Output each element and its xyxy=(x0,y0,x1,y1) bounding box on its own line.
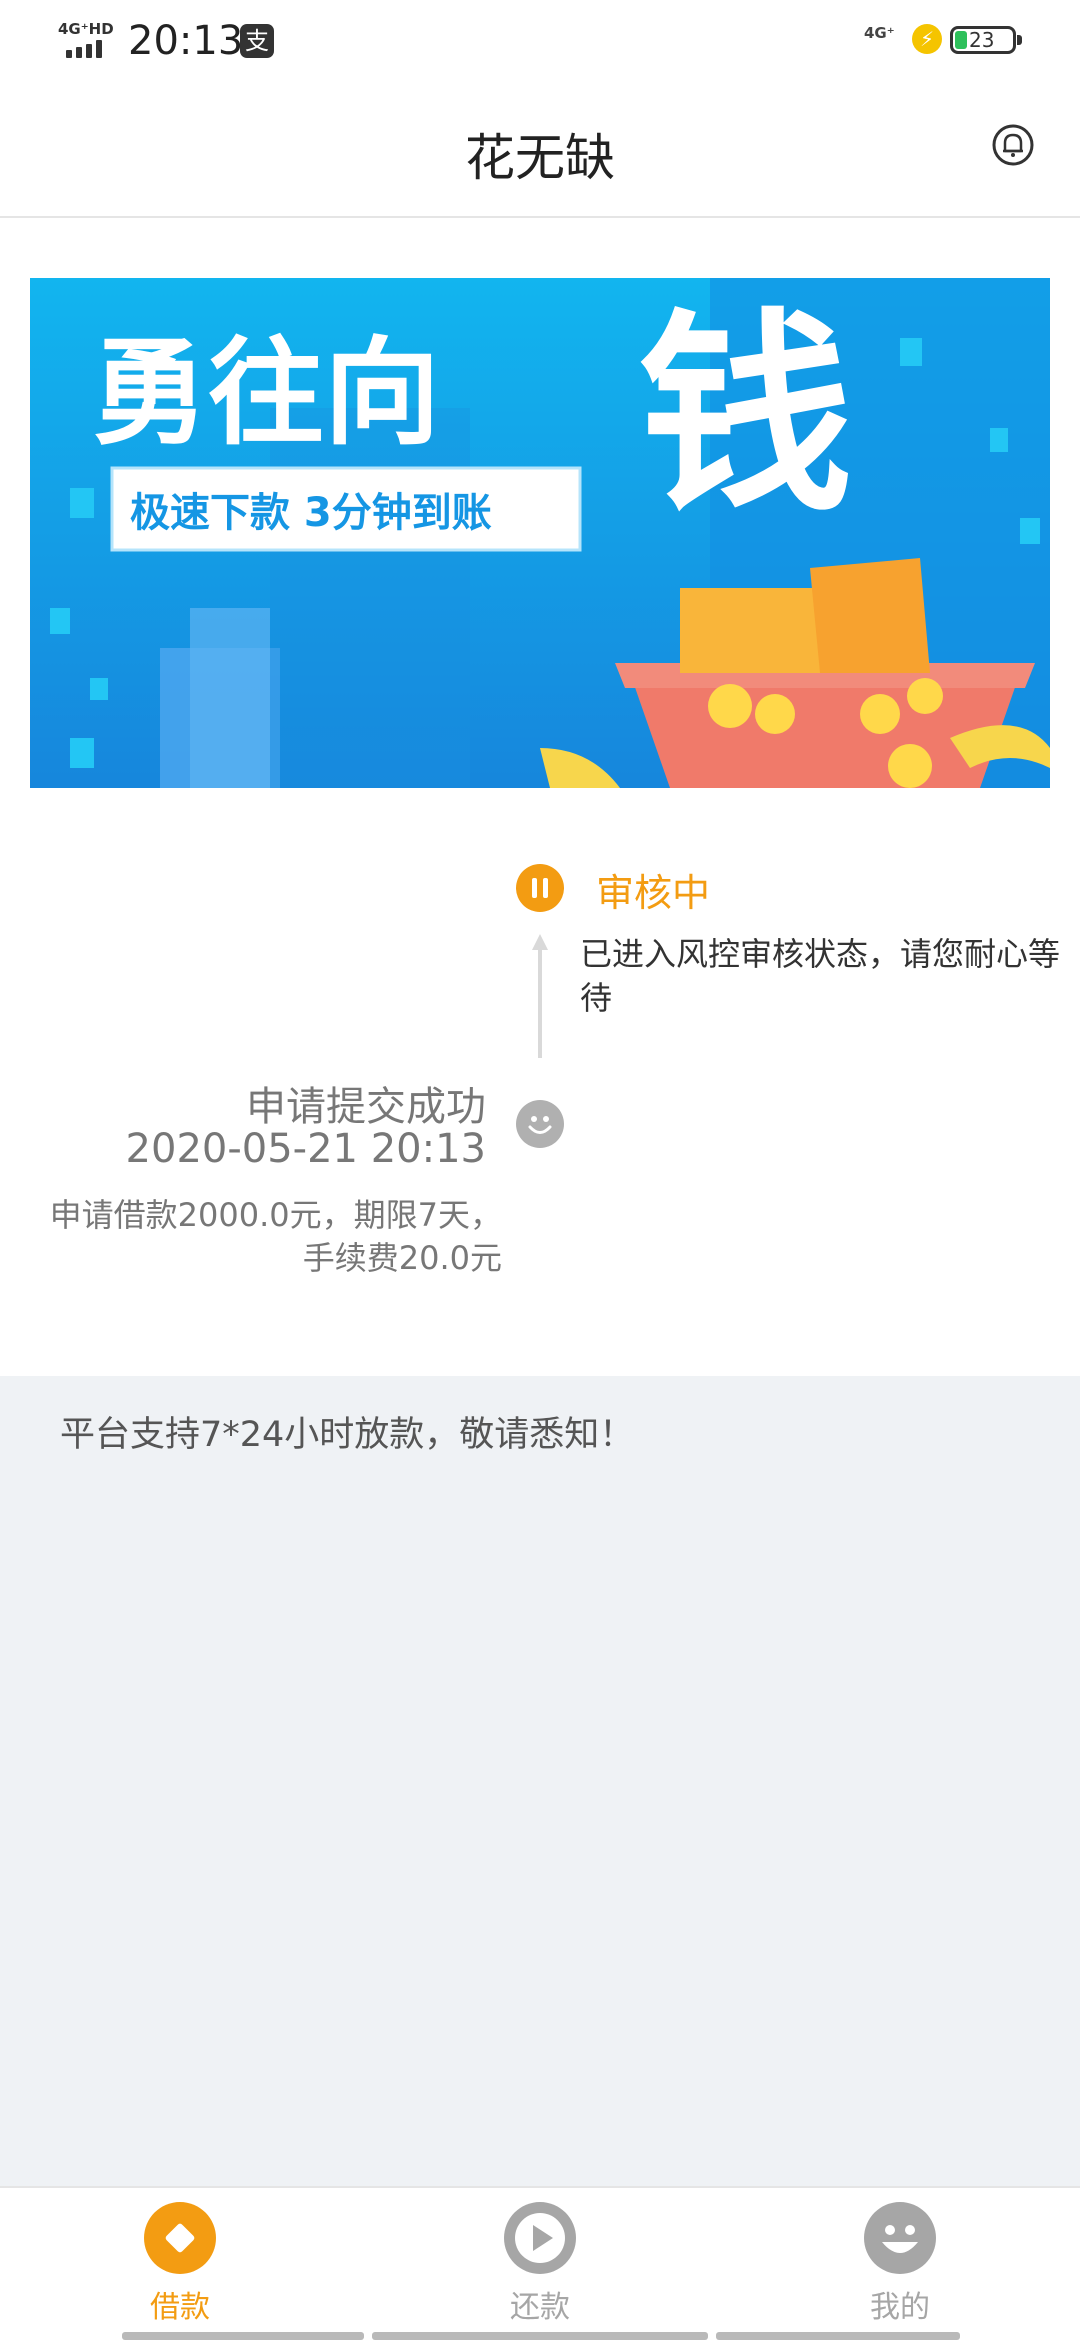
notice-text: 平台支持7*24小时放款，敬请悉知！ xyxy=(60,1415,635,1455)
tab-label: 还款 xyxy=(510,2290,570,2325)
network-indicator: 4G⁺HD xyxy=(58,20,114,38)
home-indicator xyxy=(372,2332,708,2340)
review-status: 审核中 xyxy=(596,871,711,915)
battery-icon: 23 xyxy=(950,26,1016,54)
home-indicator xyxy=(716,2332,960,2340)
timeline-line xyxy=(538,948,542,1058)
submit-title: 申请提交成功 xyxy=(246,1084,486,1130)
notice-area: 平台支持7*24小时放款，敬请悉知！ xyxy=(0,1376,1080,2186)
network-indicator-right: 4G⁺ xyxy=(864,24,895,42)
alipay-icon: 支 xyxy=(240,24,274,58)
tab-label: 我的 xyxy=(870,2290,930,2325)
battery-level: 23 xyxy=(969,28,995,52)
signal-icon xyxy=(66,40,112,58)
loan-detail: 申请借款2000.0元，期限7天，手续费20.0元 xyxy=(49,1196,502,1277)
tab-label: 借款 xyxy=(150,2290,210,2325)
tab-mine[interactable]: 我的 xyxy=(720,2188,1080,2342)
status-time: 20:13 xyxy=(128,18,244,64)
smiley-icon xyxy=(864,2202,936,2274)
banner-subtitle: 极速下款 3分钟到账 xyxy=(130,490,492,536)
tab-bar: 借款 还款 我的 xyxy=(0,2186,1080,2340)
smiley-icon xyxy=(516,1100,564,1148)
promo-banner[interactable]: 勇往向 钱 极速下款 3分钟到账 xyxy=(30,278,1050,788)
submit-time: 2020-05-21 20:13 xyxy=(125,1126,486,1172)
tab-borrow[interactable]: 借款 xyxy=(0,2188,360,2342)
pause-icon xyxy=(516,864,564,912)
page-title: 花无缺 xyxy=(465,129,615,187)
banner-headline: 勇往向 xyxy=(92,326,440,461)
app-header: 花无缺 xyxy=(0,84,1080,218)
status-bar: 4G⁺HD 20:13 支 4G⁺ ⚡ 23 xyxy=(0,0,1080,84)
diamond-icon xyxy=(144,2202,216,2274)
charging-icon: ⚡ xyxy=(912,24,942,54)
home-indicator xyxy=(122,2332,364,2340)
banner-headline-big: 钱 xyxy=(638,290,853,541)
tab-repay[interactable]: 还款 xyxy=(360,2188,720,2342)
review-description: 已进入风控审核状态，请您耐心等待 xyxy=(580,935,1061,1017)
bell-icon[interactable] xyxy=(992,124,1034,166)
play-icon xyxy=(504,2202,576,2274)
